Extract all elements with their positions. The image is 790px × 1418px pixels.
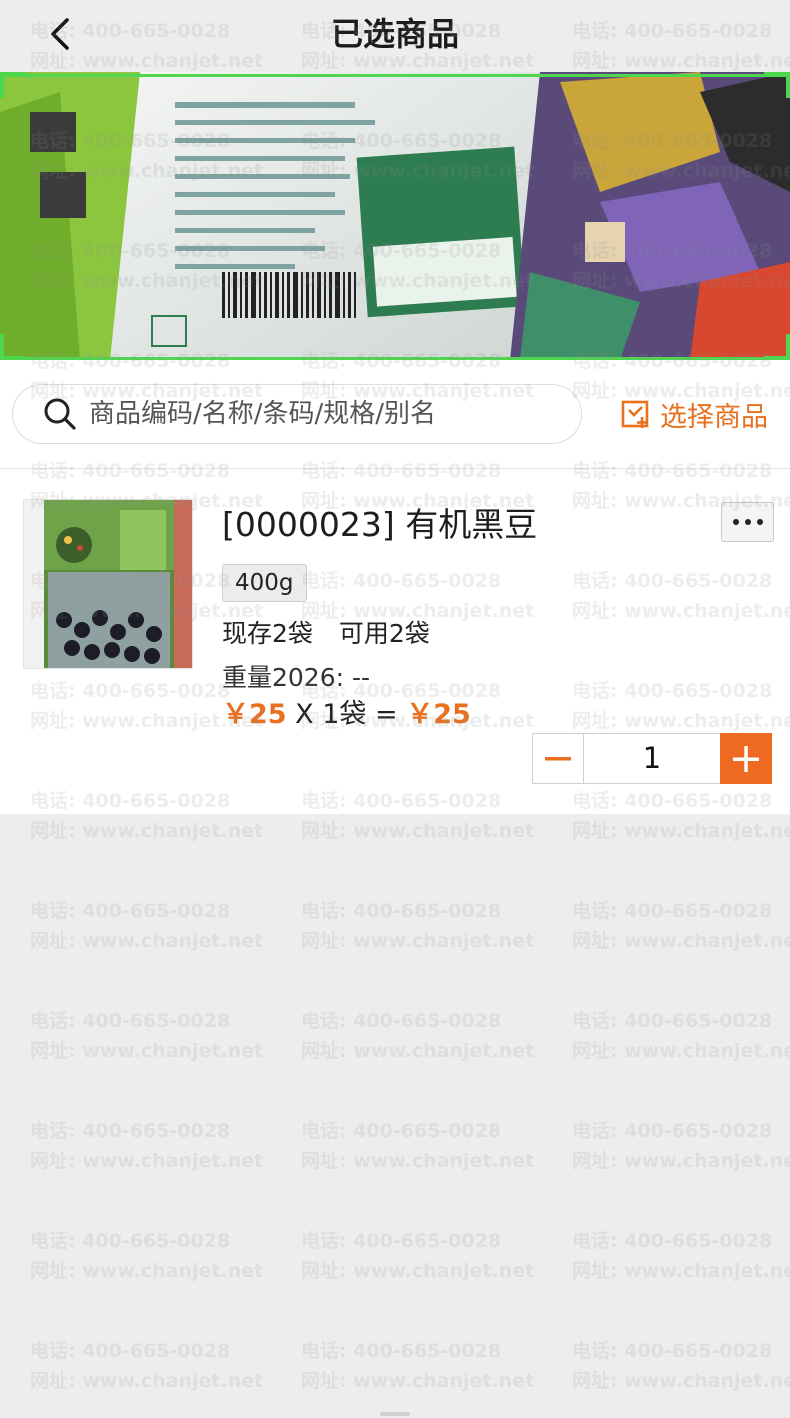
search-input[interactable] <box>89 399 559 429</box>
minus-icon <box>545 756 571 760</box>
watermark-text: 电话: 400-665-0028网址: www.chanjet.net <box>30 1230 264 1282</box>
stock-available: 可用2袋 <box>338 619 430 648</box>
total-price: ￥25 <box>406 699 471 730</box>
watermark-text: 电话: 400-665-0028网址: www.chanjet.net <box>30 1120 264 1172</box>
watermark-text: 电话: 400-665-0028网址: www.chanjet.net <box>30 1010 264 1062</box>
stock-current: 现存2袋 <box>222 619 313 648</box>
watermark-text: 电话: 400-665-0028网址: www.chanjet.net <box>301 1230 535 1282</box>
stock-info: 现存2袋 可用2袋 <box>222 616 430 652</box>
watermark-text: 电话: 400-665-0028网址: www.chanjet.net <box>301 1340 535 1392</box>
home-indicator <box>380 1412 410 1416</box>
search-box[interactable] <box>12 384 582 444</box>
barcode-scanner-view[interactable] <box>0 72 790 360</box>
watermark-text: 电话: 400-665-0028网址: www.chanjet.net <box>572 1230 790 1282</box>
watermark-text: 电话: 400-665-0028网址: www.chanjet.net <box>30 1340 264 1392</box>
scan-frame-corner <box>764 72 790 98</box>
watermark-text: 电话: 400-665-0028网址: www.chanjet.net <box>572 1340 790 1392</box>
plus-icon <box>733 745 759 772</box>
scan-line <box>0 74 790 77</box>
search-row: 选择商品 <box>0 360 790 469</box>
page-title: 已选商品 <box>330 15 459 53</box>
watermark-text: 电话: 400-665-0028网址: www.chanjet.net <box>301 1120 535 1172</box>
product-card: [0000023] 有机黑豆 400g 现存2袋 可用2袋 重量2026: -- … <box>0 469 790 814</box>
more-dots-icon <box>732 519 763 525</box>
add-product-icon <box>621 400 649 428</box>
product-name: [0000023] 有机黑豆 <box>222 505 538 544</box>
product-image <box>24 500 192 668</box>
price-formula: ￥25 X 1袋 = ￥25 <box>222 697 471 733</box>
quantity-stepper: 1 <box>532 733 772 784</box>
watermark-text: 电话: 400-665-0028网址: www.chanjet.net <box>30 900 264 952</box>
weight-info: 重量2026: -- <box>222 663 371 692</box>
watermark-text: 电话: 400-665-0028网址: www.chanjet.net <box>572 1010 790 1062</box>
unit-price: ￥25 <box>222 699 287 730</box>
spec-badge: 400g <box>222 564 307 602</box>
quantity-formula: X 1袋 = <box>286 699 407 730</box>
product-thumbnail[interactable] <box>23 499 193 669</box>
more-options-button[interactable] <box>721 502 774 542</box>
select-product-button[interactable]: 选择商品 <box>620 394 768 434</box>
search-icon <box>43 397 77 431</box>
watermark-text: 电话: 400-665-0028网址: www.chanjet.net <box>572 1120 790 1172</box>
quantity-input[interactable]: 1 <box>584 733 720 784</box>
camera-preview-image <box>0 72 790 360</box>
increase-button[interactable] <box>720 733 772 784</box>
watermark-text: 电话: 400-665-0028网址: www.chanjet.net <box>572 900 790 952</box>
watermark-text: 电话: 400-665-0028网址: www.chanjet.net <box>301 900 535 952</box>
scan-frame-corner <box>0 72 26 98</box>
decrease-button[interactable] <box>532 733 584 784</box>
watermark-text: 电话: 400-665-0028网址: www.chanjet.net <box>301 1010 535 1062</box>
nav-header: 已选商品 <box>0 0 790 72</box>
select-product-label: 选择商品 <box>660 401 768 433</box>
